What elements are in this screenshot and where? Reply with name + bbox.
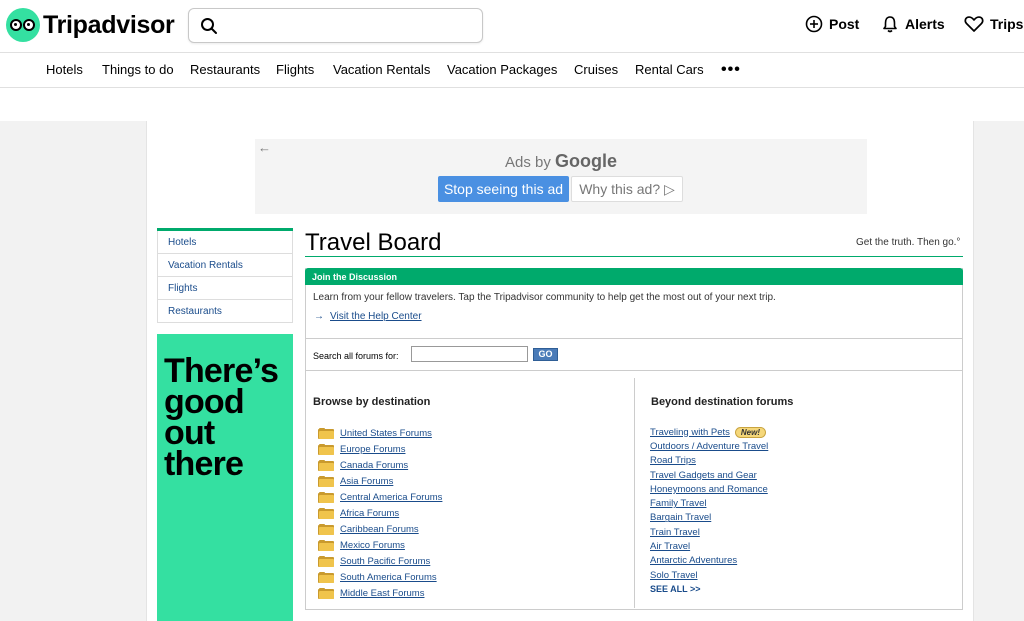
destination-list: United States Forums Europe Forums Canad… [318,425,442,601]
sidebar-item-flights[interactable]: Flights [157,277,293,300]
discussion-panel: Join the Discussion Learn from your fell… [305,268,963,610]
list-item[interactable]: Air Travel [650,539,768,553]
promo-ad[interactable]: There’s good out there [157,334,293,621]
forum-search-label: Search all forums for: [313,351,399,361]
list-item[interactable]: Middle East Forums [318,585,442,601]
sidebar-item-restaurants[interactable]: Restaurants [157,300,293,323]
nav-vacation-rentals[interactable]: Vacation Rentals [333,62,430,77]
page-title: Travel Board [305,229,442,256]
stop-seeing-ad-button[interactable]: Stop seeing this ad [438,176,569,202]
panel-description: Learn from your fellow travelers. Tap th… [313,292,776,303]
nav-rental-cars[interactable]: Rental Cars [635,62,704,77]
list-item[interactable]: Caribbean Forums [318,521,442,537]
sidebar-item-vacation-rentals[interactable]: Vacation Rentals [157,254,293,277]
list-item[interactable]: Antarctic Adventures [650,554,768,568]
column-divider [634,378,635,608]
folder-icon [318,459,334,471]
list-item[interactable]: Traveling with Pets New! [650,425,768,439]
nav-cruises[interactable]: Cruises [574,62,618,77]
search-icon [201,18,217,34]
arrow-right-icon: → [314,311,324,322]
see-all-link[interactable]: SEE ALL >> [650,582,768,596]
new-badge: New! [734,426,767,438]
list-item[interactable]: Family Travel [650,496,768,510]
list-item[interactable]: Central America Forums [318,489,442,505]
list-item[interactable]: Canada Forums [318,457,442,473]
ads-by-google: Ads by Google [255,151,867,172]
list-item[interactable]: South Pacific Forums [318,553,442,569]
bell-icon [883,16,897,33]
list-item[interactable]: United States Forums [318,425,442,441]
divider [306,338,962,339]
beyond-heading: Beyond destination forums [651,396,794,408]
plus-circle-icon [805,15,823,33]
why-this-ad-button[interactable]: Why this ad? ▷ [571,176,683,202]
search-box[interactable] [188,8,483,43]
post-button[interactable]: Post [805,15,859,33]
folder-icon [318,427,334,439]
logo-text: Tripadvisor [43,10,175,39]
nav-hotels[interactable]: Hotels [46,62,83,77]
google-brand: Google [555,151,618,171]
list-item[interactable]: Solo Travel [650,568,768,582]
alerts-button[interactable]: Alerts [881,15,945,33]
list-item[interactable]: Europe Forums [318,441,442,457]
promo-text: There’s good out there [164,352,279,483]
folder-icon [318,555,334,567]
tagline: Get the truth. Then go.° [856,237,961,248]
folder-icon [318,523,334,535]
folder-icon [318,443,334,455]
owl-logo-icon [6,8,40,42]
ads-by-label: Ads by [504,154,551,171]
list-item[interactable]: Africa Forums [318,505,442,521]
divider [306,370,962,371]
nav-restaurants[interactable]: Restaurants [190,62,260,77]
nav-flights[interactable]: Flights [276,62,314,77]
sidebar-menu: Hotels Vacation Rentals Flights Restaura… [157,228,293,323]
sidebar-item-hotels[interactable]: Hotels [157,231,293,254]
go-button[interactable]: GO [533,348,558,361]
beyond-forums-list: Traveling with Pets New! Outdoors / Adven… [650,425,768,597]
tripadvisor-logo[interactable]: Tripadvisor [6,8,175,42]
help-center-link[interactable]: → Visit the Help Center [314,311,422,322]
folder-icon [318,587,334,599]
panel-title: Join the Discussion [305,268,963,285]
list-item[interactable]: South America Forums [318,569,442,585]
trips-button[interactable]: Trips [964,15,1023,33]
folder-icon [318,571,334,583]
forum-search-input[interactable] [411,346,528,362]
post-label: Post [829,16,860,32]
main-nav: Hotels Things to do Restaurants Flights … [0,52,1024,88]
list-item[interactable]: Honeymoons and Romance [650,482,768,496]
list-item[interactable]: Mexico Forums [318,537,442,553]
trips-label: Trips [990,16,1024,32]
nav-vacation-packages[interactable]: Vacation Packages [447,62,557,77]
heart-icon [964,16,984,32]
list-item[interactable]: Outdoors / Adventure Travel [650,439,768,453]
list-item[interactable]: Asia Forums [318,473,442,489]
top-header: Tripadvisor Post Alerts Trips [0,0,1024,52]
list-item[interactable]: Road Trips [650,454,768,468]
title-divider [305,256,963,257]
search-input[interactable] [225,13,475,39]
folder-icon [318,475,334,487]
folder-icon [318,539,334,551]
folder-icon [318,491,334,503]
alerts-label: Alerts [905,16,945,32]
nav-things-to-do[interactable]: Things to do [102,62,174,77]
ad-banner: ← Ads by Google Stop seeing this ad Why … [255,139,867,214]
list-item[interactable]: Travel Gadgets and Gear [650,468,768,482]
help-center-label: Visit the Help Center [330,311,422,322]
folder-icon [318,507,334,519]
browse-heading: Browse by destination [313,396,431,408]
list-item[interactable]: Bargain Travel [650,511,768,525]
list-item[interactable]: Train Travel [650,525,768,539]
more-options-icon[interactable]: ••• [721,61,741,79]
